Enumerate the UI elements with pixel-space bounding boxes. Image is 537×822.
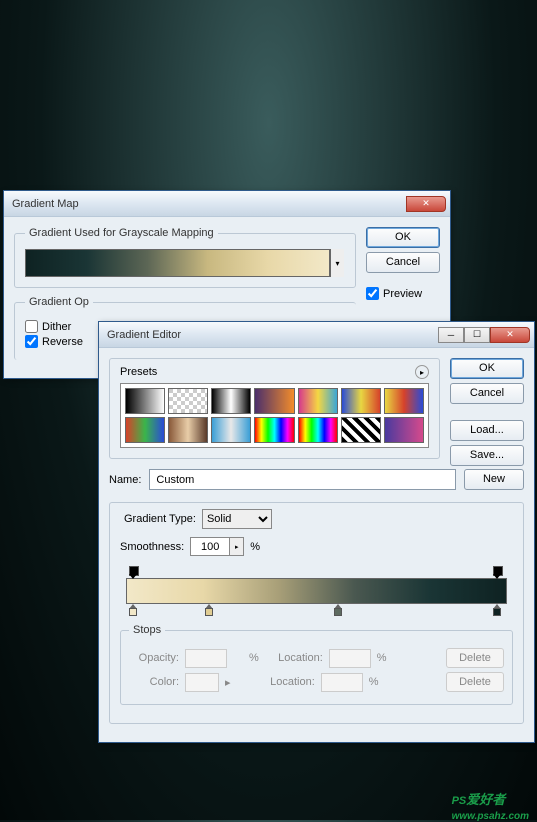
preset-swatch[interactable] <box>341 417 381 443</box>
load-button[interactable]: Load... <box>450 420 524 441</box>
preset-swatch[interactable] <box>168 417 208 443</box>
color-stop[interactable] <box>205 604 215 618</box>
ok-button[interactable]: OK <box>450 358 524 379</box>
color-stop[interactable] <box>493 604 503 618</box>
opacity-input <box>185 649 227 668</box>
ok-button[interactable]: OK <box>366 227 440 248</box>
gradient-editor-titlebar[interactable]: Gradient Editor ─ ☐ ✕ <box>99 322 534 348</box>
cancel-button[interactable]: Cancel <box>450 383 524 404</box>
dither-label: Dither <box>42 321 71 333</box>
color-label: Color: <box>129 676 179 688</box>
presets-grid <box>120 383 429 448</box>
color-swatch <box>185 673 219 692</box>
gradient-type-label: Gradient Type: <box>124 513 196 525</box>
minimize-icon[interactable]: ─ <box>438 327 464 343</box>
smoothness-label: Smoothness: <box>120 541 184 553</box>
preset-swatch[interactable] <box>254 388 294 414</box>
color-stop[interactable] <box>334 604 344 618</box>
preset-swatch[interactable] <box>341 388 381 414</box>
gradient-bar[interactable] <box>126 578 507 604</box>
preset-swatch[interactable] <box>168 388 208 414</box>
gradient-editor-title: Gradient Editor <box>103 329 438 341</box>
preview-label: Preview <box>383 288 422 300</box>
preview-checkbox[interactable] <box>366 287 379 300</box>
close-icon[interactable]: ✕ <box>490 327 530 343</box>
gradient-swatch[interactable] <box>25 249 330 277</box>
gradient-type-group: Gradient Type: Solid Smoothness: ▸ % S <box>109 502 524 724</box>
preset-swatch[interactable] <box>125 388 165 414</box>
gradient-type-select[interactable]: Solid <box>202 509 272 529</box>
cancel-button[interactable]: Cancel <box>366 252 440 273</box>
close-icon[interactable]: ✕ <box>406 196 446 212</box>
presets-group: Presets ▸ <box>109 358 440 459</box>
gradient-editor-dialog: Gradient Editor ─ ☐ ✕ Presets ▸ O <box>98 321 535 743</box>
preset-swatch[interactable] <box>125 417 165 443</box>
location-label-2: Location: <box>265 676 315 688</box>
preview-checkbox-row[interactable]: Preview <box>366 287 440 300</box>
opacity-location-input <box>329 649 371 668</box>
name-label: Name: <box>109 474 141 486</box>
smoothness-unit: % <box>250 541 260 553</box>
color-location-input <box>321 673 363 692</box>
opacity-stop[interactable] <box>129 566 139 578</box>
stops-group: Stops Opacity: % Location: % Delete Colo… <box>120 624 513 705</box>
reverse-label: Reverse <box>42 336 83 348</box>
color-stop[interactable] <box>129 604 139 618</box>
preset-swatch[interactable] <box>211 417 251 443</box>
opacity-stop[interactable] <box>493 566 503 578</box>
grayscale-mapping-group: Gradient Used for Grayscale Mapping <box>14 227 356 288</box>
dither-checkbox[interactable] <box>25 320 38 333</box>
preset-swatch[interactable] <box>211 388 251 414</box>
name-input[interactable] <box>149 469 456 490</box>
preset-swatch[interactable] <box>254 417 294 443</box>
watermark: PS爱好者 www.psahz.com <box>452 779 529 822</box>
presets-label: Presets <box>120 366 415 378</box>
presets-menu-icon[interactable]: ▸ <box>415 365 429 379</box>
smoothness-input[interactable] <box>190 537 230 556</box>
delete-opacity-button: Delete <box>446 648 504 668</box>
maximize-icon[interactable]: ☐ <box>464 327 490 343</box>
opacity-label: Opacity: <box>129 652 179 664</box>
delete-color-button: Delete <box>446 672 504 692</box>
gradient-editor-bar[interactable] <box>120 564 513 620</box>
preset-swatch[interactable] <box>298 388 338 414</box>
stops-legend: Stops <box>129 624 165 636</box>
location-label: Location: <box>273 652 323 664</box>
smoothness-spinner-icon[interactable]: ▸ <box>230 537 244 556</box>
gradient-dropdown-icon[interactable] <box>330 249 344 277</box>
preset-swatch[interactable] <box>384 417 424 443</box>
preset-swatch[interactable] <box>298 417 338 443</box>
gradient-options-legend: Gradient Op <box>25 296 93 308</box>
reverse-checkbox[interactable] <box>25 335 38 348</box>
save-button[interactable]: Save... <box>450 445 524 466</box>
preset-swatch[interactable] <box>384 388 424 414</box>
gradient-map-title: Gradient Map <box>8 198 406 210</box>
new-button[interactable]: New <box>464 469 524 490</box>
grayscale-mapping-legend: Gradient Used for Grayscale Mapping <box>25 227 218 239</box>
gradient-map-titlebar[interactable]: Gradient Map ✕ <box>4 191 450 217</box>
